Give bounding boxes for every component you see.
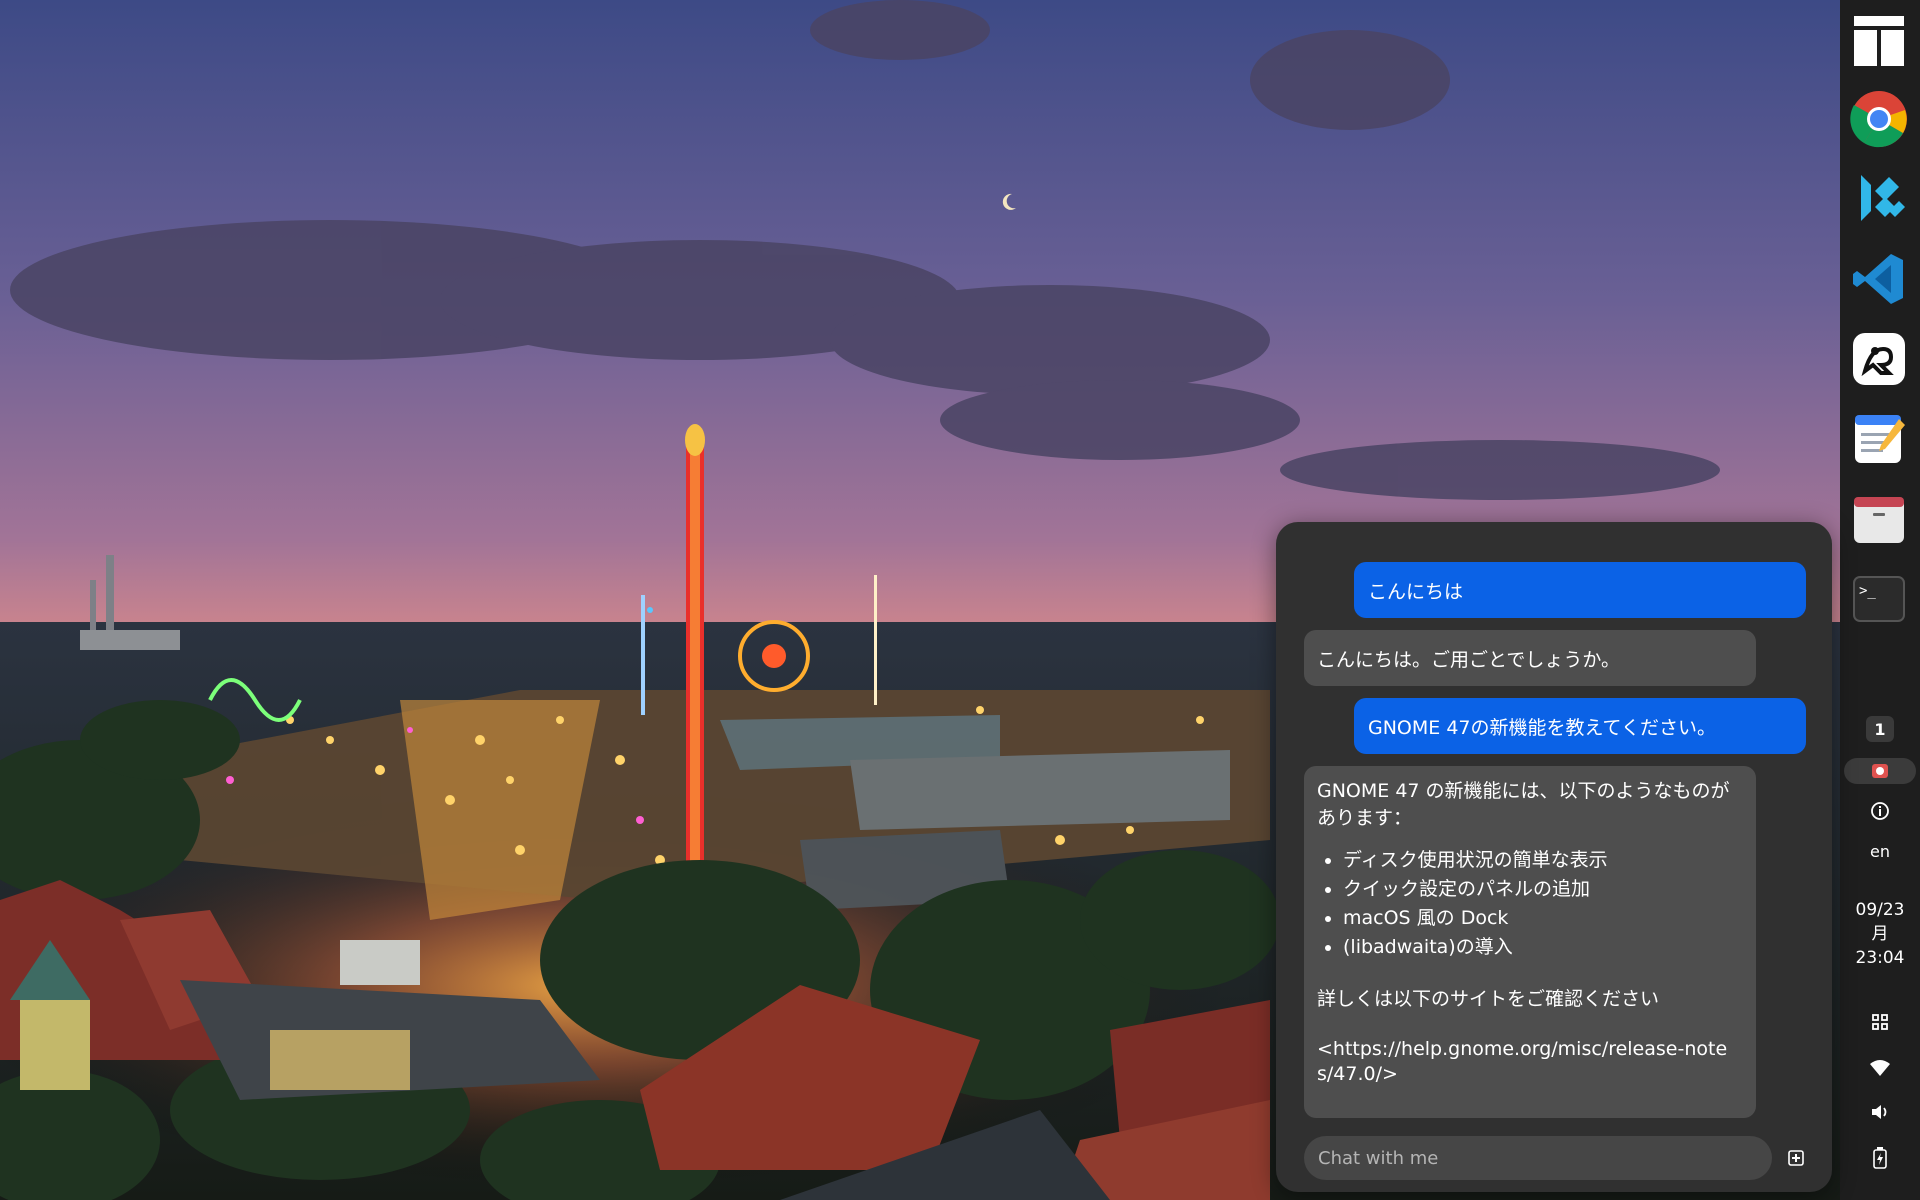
- input-language-indicator[interactable]: en: [1840, 842, 1920, 861]
- window-manager-icon[interactable]: [1850, 12, 1908, 70]
- new-chat-icon: [1788, 1150, 1804, 1166]
- screen-recording-indicator[interactable]: [1844, 758, 1916, 784]
- vscode-icon[interactable]: [1850, 250, 1908, 308]
- user-message: こんにちは: [1354, 562, 1806, 618]
- svg-text:>_: >_: [1859, 583, 1876, 599]
- feature-list: ディスク使用状況の簡単な表示 クイック設定のパネルの追加 macOS 風の Do…: [1317, 846, 1743, 962]
- text-editor-icon[interactable]: [1850, 410, 1908, 468]
- message-text: こんにちは: [1368, 580, 1464, 603]
- terminal-icon[interactable]: >_: [1850, 570, 1908, 628]
- clock[interactable]: 09/23 月 23:04: [1840, 898, 1920, 970]
- side-dock: >_ 1 en 09/23 月 23:04: [1840, 0, 1920, 1200]
- chat-input[interactable]: [1304, 1136, 1772, 1180]
- volume-icon[interactable]: [1866, 1098, 1894, 1126]
- inkscape-icon[interactable]: [1850, 330, 1908, 388]
- record-icon: [1872, 764, 1888, 778]
- new-chat-button[interactable]: [1786, 1146, 1810, 1170]
- list-item: macOS 風の Dock: [1343, 904, 1743, 933]
- workspace-indicator[interactable]: 1: [1866, 716, 1894, 742]
- chrome-icon[interactable]: [1850, 90, 1908, 148]
- files-icon[interactable]: [1850, 490, 1908, 548]
- message-text: GNOME 47の新機能を教えてください。: [1368, 716, 1716, 739]
- list-item: (libadwaita)の導入: [1343, 933, 1743, 962]
- message-outro: 詳しくは以下のサイトをご確認ください: [1317, 988, 1660, 1010]
- release-notes-link[interactable]: <https://help.gnome.org/misc/release-not…: [1317, 1037, 1743, 1087]
- clock-weekday: 月: [1871, 924, 1889, 944]
- user-message: GNOME 47の新機能を教えてください。: [1354, 698, 1806, 754]
- kodi-icon[interactable]: [1850, 170, 1908, 228]
- info-icon[interactable]: [1866, 797, 1894, 825]
- list-item: クイック設定のパネルの追加: [1343, 875, 1743, 904]
- clock-date: 09/23: [1855, 900, 1905, 920]
- message-intro: GNOME 47 の新機能には、以下のようなものがあります：: [1317, 780, 1730, 829]
- wifi-icon[interactable]: [1866, 1054, 1894, 1082]
- clock-time: 23:04: [1855, 948, 1905, 968]
- assistant-message: GNOME 47 の新機能には、以下のようなものがあります： ディスク使用状況の…: [1304, 766, 1756, 1118]
- battery-icon[interactable]: [1866, 1144, 1894, 1172]
- message-text: こんにちは。ご用ごとでしょうか。: [1317, 648, 1621, 671]
- list-item: ディスク使用状況の簡単な表示: [1343, 846, 1743, 875]
- assistant-message: こんにちは。ご用ごとでしょうか。: [1304, 630, 1756, 686]
- chat-popup: こんにちは こんにちは。ご用ごとでしょうか。 GNOME 47の新機能を教えてく…: [1276, 522, 1832, 1192]
- apps-grid-icon[interactable]: [1866, 1008, 1894, 1036]
